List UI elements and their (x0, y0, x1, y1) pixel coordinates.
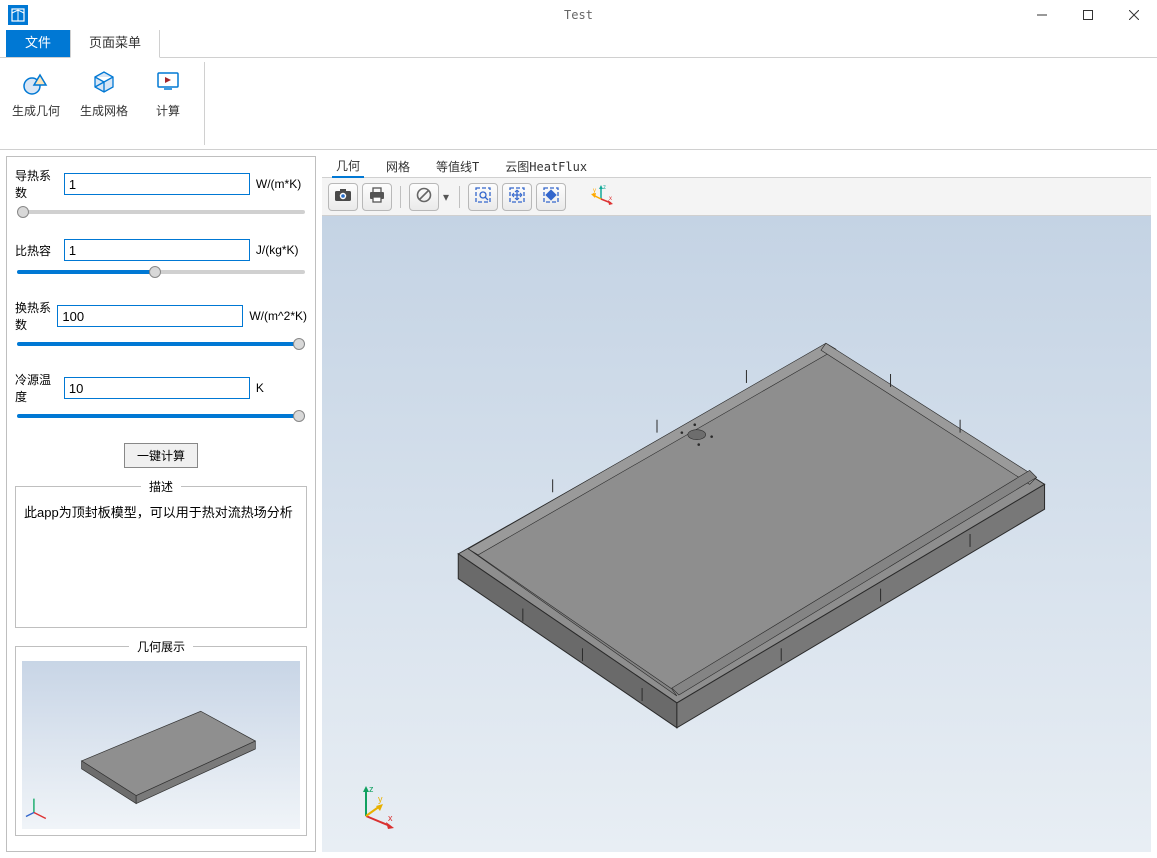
thermal-conductivity-row: 导热系数 W/(m*K) (15, 167, 307, 201)
view-tab-contour[interactable]: 等值线T (432, 156, 483, 177)
description-fieldset: 描述 此app为顶封板模型，可以用于热对流热场分析 (15, 478, 307, 628)
cold-source-temp-label: 冷源温度 (15, 371, 58, 405)
minimize-button[interactable] (1019, 0, 1065, 30)
reset-view-button[interactable] (409, 183, 439, 211)
axis-x-label: x (388, 813, 393, 823)
svg-text:x: x (609, 196, 612, 202)
specific-heat-unit: J/(kg*K) (256, 243, 307, 257)
heat-transfer-input[interactable] (57, 305, 243, 327)
camera-icon (334, 187, 352, 206)
cold-source-temp-unit: K (256, 381, 307, 395)
no-entry-icon (416, 187, 432, 206)
thermal-conductivity-unit: W/(m*K) (256, 177, 307, 191)
heat-transfer-label: 换热系数 (15, 299, 51, 333)
axis-gizmo: z x y (352, 782, 392, 822)
heat-transfer-unit: W/(m^2*K) (249, 309, 307, 323)
toolbar-separator (400, 186, 401, 208)
svg-text:y: y (593, 188, 596, 194)
axis-y-label: y (378, 794, 383, 804)
window-title: Test (564, 8, 593, 22)
content-area: 导热系数 W/(m*K) 比热容 J/(kg*K) 换热系数 W/(m^2*K)… (0, 150, 1157, 858)
zoom-box-icon (474, 186, 492, 207)
cold-source-temp-row: 冷源温度 K (15, 371, 307, 405)
generate-geometry-label: 生成几何 (12, 102, 60, 119)
geometry-preview (22, 661, 300, 829)
window-controls (1019, 0, 1157, 30)
printer-icon (368, 187, 386, 206)
specific-heat-input[interactable] (64, 239, 250, 261)
axis-triad-icon: z x y (591, 183, 615, 210)
axis-z-label: z (369, 784, 374, 794)
zoom-box-button[interactable] (468, 183, 498, 211)
generate-mesh-button[interactable]: 生成网格 (74, 62, 134, 145)
titlebar: Test (0, 0, 1157, 30)
view-toolbar: ▾ z x y (322, 178, 1151, 216)
app-icon (8, 5, 28, 25)
snapshot-button[interactable] (328, 183, 358, 211)
view-tab-cloudmap[interactable]: 云图HeatFlux (501, 156, 591, 177)
parameters-panel: 导热系数 W/(m*K) 比热容 J/(kg*K) 换热系数 W/(m^2*K)… (6, 156, 316, 852)
cold-source-temp-input[interactable] (64, 377, 250, 399)
main-view: 几何 网格 等值线T 云图HeatFlux ▾ (322, 156, 1151, 852)
ribbon-group: 生成几何 生成网格 计算 (6, 62, 205, 145)
axis-orientation-button[interactable]: z x y (588, 183, 618, 211)
compute-icon (152, 66, 184, 98)
geometry-icon (20, 66, 52, 98)
preview-canvas (22, 661, 300, 829)
description-text: 此app为顶封板模型，可以用于热对流热场分析 (22, 501, 300, 621)
3d-model (322, 216, 1151, 852)
dropdown-arrow-icon[interactable]: ▾ (443, 190, 451, 204)
geometry-preview-fieldset: 几何展示 (15, 638, 307, 836)
toolbar-separator (459, 186, 460, 208)
heat-transfer-slider[interactable] (17, 342, 305, 346)
heat-transfer-row: 换热系数 W/(m^2*K) (15, 299, 307, 333)
view-tab-geometry[interactable]: 几何 (332, 155, 364, 178)
specific-heat-slider[interactable] (17, 270, 305, 274)
specific-heat-label: 比热容 (15, 242, 58, 259)
one-click-compute-button[interactable]: 一键计算 (124, 443, 198, 468)
thermal-conductivity-input[interactable] (64, 173, 250, 195)
generate-mesh-label: 生成网格 (80, 102, 128, 119)
svg-text:z: z (603, 185, 606, 191)
cold-source-temp-slider[interactable] (17, 414, 305, 418)
zoom-selected-icon (542, 186, 560, 207)
specific-heat-row: 比热容 J/(kg*K) (15, 239, 307, 261)
thermal-conductivity-label: 导热系数 (15, 167, 58, 201)
mesh-icon (88, 66, 120, 98)
zoom-selected-button[interactable] (536, 183, 566, 211)
generate-geometry-button[interactable]: 生成几何 (6, 62, 66, 145)
close-button[interactable] (1111, 0, 1157, 30)
print-button[interactable] (362, 183, 392, 211)
compute-button[interactable]: 计算 (142, 62, 194, 145)
view-tab-mesh[interactable]: 网格 (382, 156, 414, 177)
description-legend: 描述 (141, 478, 181, 495)
3d-viewport[interactable]: z x y (322, 216, 1151, 852)
thermal-conductivity-slider[interactable] (17, 210, 305, 214)
ribbon: 生成几何 生成网格 计算 (0, 58, 1157, 150)
geometry-preview-legend: 几何展示 (129, 638, 193, 655)
zoom-extents-icon (508, 186, 526, 207)
maximize-button[interactable] (1065, 0, 1111, 30)
menu-tabs: 文件 页面菜单 (0, 30, 1157, 58)
zoom-extents-button[interactable] (502, 183, 532, 211)
compute-label: 计算 (156, 102, 180, 119)
view-tabs: 几何 网格 等值线T 云图HeatFlux (322, 156, 1151, 178)
